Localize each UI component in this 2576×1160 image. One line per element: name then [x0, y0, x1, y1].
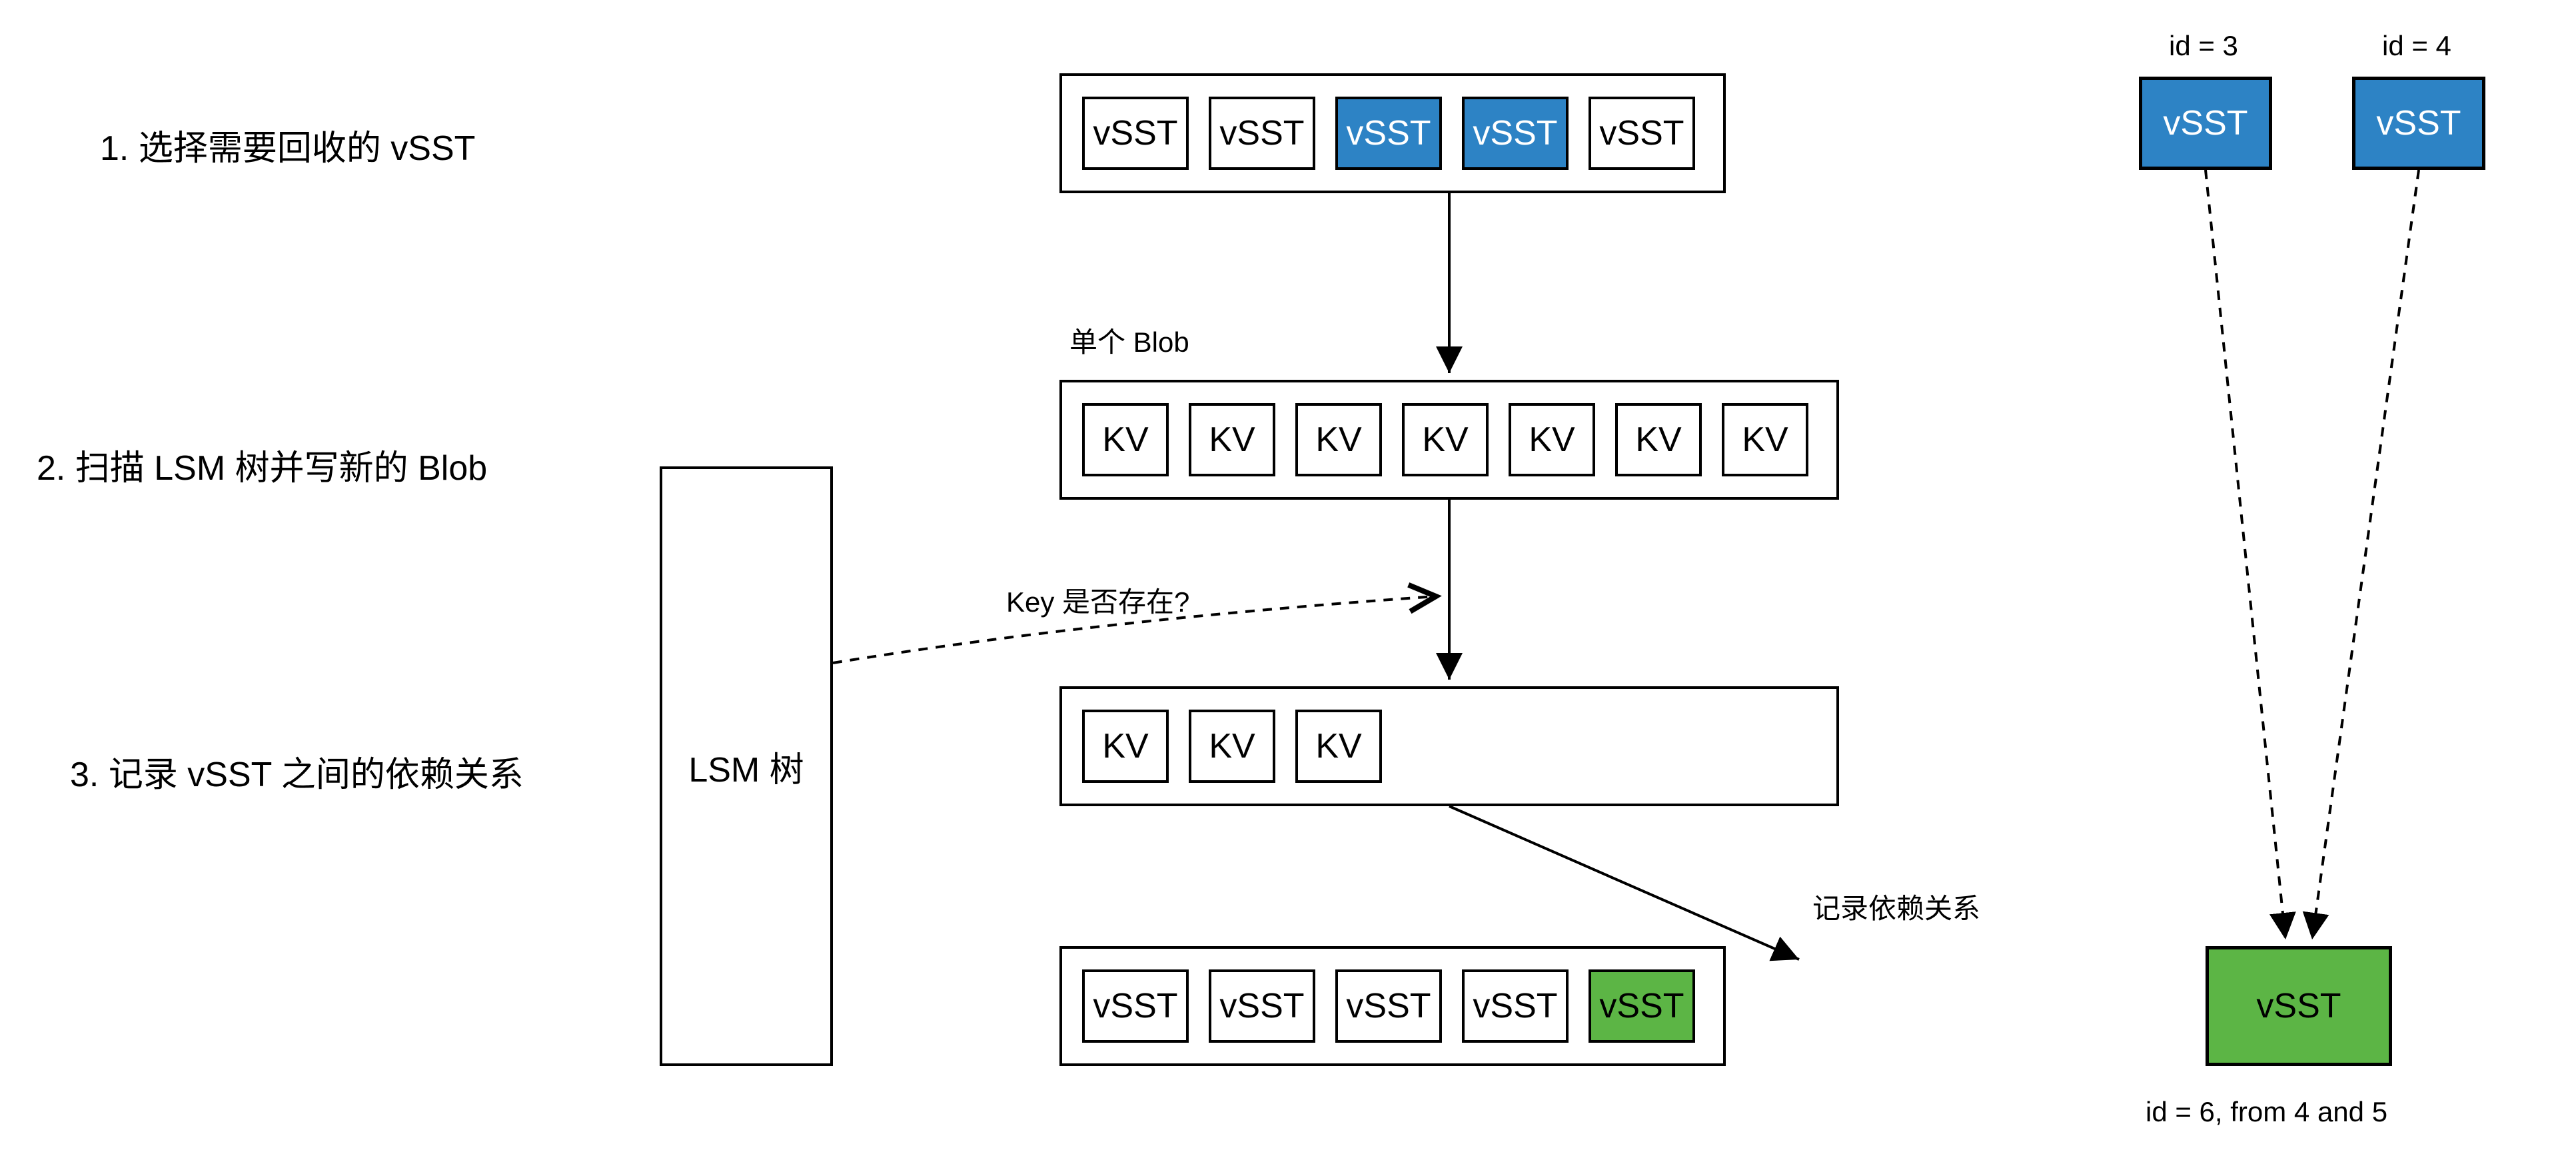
kv-box: KV [1402, 403, 1489, 476]
vsst-box: vSST [1209, 969, 1315, 1043]
vsst-box: vSST [1335, 969, 1442, 1043]
arrow-id3-to-6 [2206, 170, 2285, 939]
vsst-box: vSST [1082, 97, 1189, 170]
kv-box: KV [1722, 403, 1808, 476]
arrow-r3-r4 [1449, 806, 1799, 959]
vsst-box: vSST [1209, 97, 1315, 170]
key-exists-label: Key 是否存在? [1006, 580, 1189, 620]
kv-box: KV [1295, 403, 1382, 476]
vsst-ext-6: vSST [2206, 946, 2392, 1066]
kv-box: KV [1509, 403, 1595, 476]
id3-label: id = 3 [2169, 30, 2238, 62]
step-1-label: 1. 选择需要回收的 vSST [100, 120, 475, 170]
vsst-box: vSST [1462, 969, 1569, 1043]
vsst-box-new: vSST [1589, 969, 1695, 1043]
vsst-box-selected: vSST [1462, 97, 1569, 170]
arrow-id4-to-6 [2312, 170, 2419, 939]
step-3-label: 3. 记录 vSST 之间的依赖关系 [70, 746, 524, 796]
row4-container: vSST vSST vSST vSST vSST [1059, 946, 1726, 1066]
kv-box: KV [1082, 403, 1169, 476]
footer-label: id = 6, from 4 and 5 [2146, 1096, 2387, 1128]
row1-container: vSST vSST vSST vSST vSST [1059, 73, 1726, 193]
row3-container: KV KV KV [1059, 686, 1839, 806]
kv-box: KV [1082, 710, 1169, 783]
record-deps-label: 记录依赖关系 [1812, 886, 1980, 927]
kv-box: KV [1189, 710, 1275, 783]
kv-box: KV [1295, 710, 1382, 783]
step-2-label: 2. 扫描 LSM 树并写新的 Blob [37, 440, 487, 490]
row2-container: KV KV KV KV KV KV KV [1059, 380, 1839, 500]
kv-box: KV [1615, 403, 1702, 476]
id4-label: id = 4 [2382, 30, 2451, 62]
vsst-box-selected: vSST [1335, 97, 1442, 170]
kv-box: KV [1189, 403, 1275, 476]
vsst-ext-4: vSST [2352, 77, 2485, 170]
vsst-box: vSST [1589, 97, 1695, 170]
lsm-tree-box: LSM 树 [660, 466, 833, 1066]
vsst-ext-3: vSST [2139, 77, 2272, 170]
vsst-box: vSST [1082, 969, 1189, 1043]
single-blob-label: 单个 Blob [1069, 320, 1189, 360]
